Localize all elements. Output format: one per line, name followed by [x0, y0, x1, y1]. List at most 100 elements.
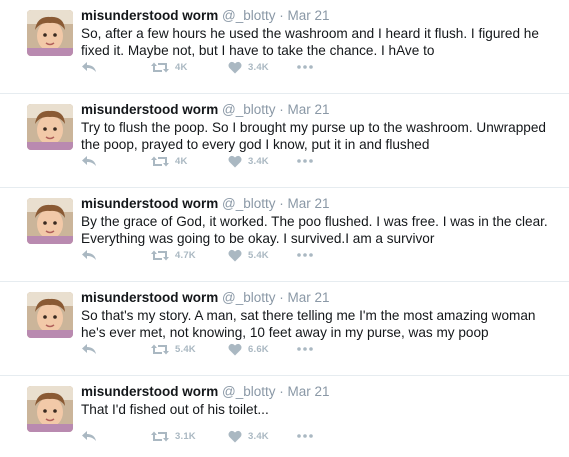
more-button[interactable] — [297, 153, 313, 169]
tweet-header: misunderstood worm @_blotty · Mar 21 — [81, 7, 555, 25]
retweet-button[interactable]: 5.4K — [151, 341, 196, 357]
retweet-button[interactable]: 4.7K — [151, 247, 196, 263]
reply-button[interactable] — [81, 341, 97, 357]
more-dots-icon — [297, 347, 313, 351]
tweet[interactable]: misunderstood worm @_blotty · Mar 21 So,… — [0, 0, 569, 94]
more-dots-icon — [297, 65, 313, 69]
avatar[interactable] — [27, 386, 73, 432]
username[interactable]: @_blotty — [222, 8, 275, 23]
retweet-count: 5.4K — [175, 343, 196, 355]
separator: · — [279, 102, 284, 117]
tweet-actions: 4K 3.4K — [81, 59, 341, 75]
reply-icon — [81, 342, 97, 356]
tweet-actions: 4.7K 5.4K — [81, 247, 341, 263]
retweet-button[interactable]: 4K — [151, 59, 188, 75]
tweet-thread: misunderstood worm @_blotty · Mar 21 So,… — [0, 0, 569, 457]
avatar[interactable] — [27, 10, 73, 56]
timestamp[interactable]: Mar 21 — [288, 8, 330, 23]
tweet-content: misunderstood worm @_blotty · Mar 21 So,… — [81, 7, 555, 59]
retweet-count: 4.7K — [175, 249, 196, 261]
retweet-icon — [151, 61, 169, 74]
retweet-icon — [151, 155, 169, 168]
like-count: 5.4K — [248, 249, 269, 261]
tweet-header: misunderstood worm @_blotty · Mar 21 — [81, 289, 555, 307]
tweet-text: By the grace of God, it worked. The poo … — [81, 214, 548, 246]
display-name[interactable]: misunderstood worm — [81, 8, 218, 23]
timestamp[interactable]: Mar 21 — [288, 290, 330, 305]
like-button[interactable]: 6.6K — [228, 341, 269, 357]
like-button[interactable]: 3.4K — [228, 153, 269, 169]
avatar[interactable] — [27, 292, 73, 338]
heart-icon — [228, 61, 242, 74]
display-name[interactable]: misunderstood worm — [81, 384, 218, 399]
heart-icon — [228, 343, 242, 356]
reply-icon — [81, 60, 97, 74]
username[interactable]: @_blotty — [222, 290, 275, 305]
tweet-actions: 5.4K 6.6K — [81, 341, 341, 357]
tweet[interactable]: misunderstood worm @_blotty · Mar 21 Tha… — [0, 376, 569, 457]
tweet[interactable]: misunderstood worm @_blotty · Mar 21 By … — [0, 188, 569, 282]
retweet-button[interactable]: 3.1K — [151, 428, 196, 444]
tweet-text: So, after a few hours he used the washro… — [81, 26, 539, 58]
like-button[interactable]: 3.4K — [228, 59, 269, 75]
heart-icon — [228, 430, 242, 443]
more-dots-icon — [297, 253, 313, 257]
tweet[interactable]: misunderstood worm @_blotty · Mar 21 Try… — [0, 94, 569, 188]
tweet-content: misunderstood worm @_blotty · Mar 21 Tha… — [81, 383, 555, 418]
more-dots-icon — [297, 159, 313, 163]
separator: · — [279, 196, 284, 211]
like-button[interactable]: 3.4K — [228, 428, 269, 444]
username[interactable]: @_blotty — [222, 196, 275, 211]
timestamp[interactable]: Mar 21 — [288, 384, 330, 399]
more-button[interactable] — [297, 428, 313, 444]
display-name[interactable]: misunderstood worm — [81, 290, 218, 305]
like-count: 3.4K — [248, 430, 269, 442]
separator: · — [279, 8, 284, 23]
more-dots-icon — [297, 434, 313, 438]
reply-icon — [81, 154, 97, 168]
retweet-icon — [151, 343, 169, 356]
tweet-actions: 3.1K 3.4K — [81, 428, 341, 444]
timestamp[interactable]: Mar 21 — [288, 102, 330, 117]
tweet-content: misunderstood worm @_blotty · Mar 21 So … — [81, 289, 555, 341]
retweet-icon — [151, 249, 169, 262]
avatar[interactable] — [27, 104, 73, 150]
like-count: 6.6K — [248, 343, 269, 355]
retweet-icon — [151, 430, 169, 443]
display-name[interactable]: misunderstood worm — [81, 196, 218, 211]
reply-icon — [81, 429, 97, 443]
heart-icon — [228, 249, 242, 262]
display-name[interactable]: misunderstood worm — [81, 102, 218, 117]
tweet-content: misunderstood worm @_blotty · Mar 21 Try… — [81, 101, 555, 153]
reply-button[interactable] — [81, 153, 97, 169]
like-count: 3.4K — [248, 61, 269, 73]
tweet-content: misunderstood worm @_blotty · Mar 21 By … — [81, 195, 555, 247]
retweet-count: 4K — [175, 61, 188, 73]
tweet-text: So that's my story. A man, sat there tel… — [81, 308, 536, 340]
tweet-header: misunderstood worm @_blotty · Mar 21 — [81, 383, 555, 401]
reply-button[interactable] — [81, 428, 97, 444]
username[interactable]: @_blotty — [222, 102, 275, 117]
tweet[interactable]: misunderstood worm @_blotty · Mar 21 So … — [0, 282, 569, 376]
avatar[interactable] — [27, 198, 73, 244]
tweet-text: Try to flush the poop. So I brought my p… — [81, 120, 546, 152]
tweet-actions: 4K 3.4K — [81, 153, 341, 169]
separator: · — [279, 384, 284, 399]
retweet-count: 4K — [175, 155, 188, 167]
tweet-text: That I'd fished out of his toilet... — [81, 402, 269, 417]
reply-icon — [81, 248, 97, 262]
like-button[interactable]: 5.4K — [228, 247, 269, 263]
reply-button[interactable] — [81, 247, 97, 263]
more-button[interactable] — [297, 247, 313, 263]
timestamp[interactable]: Mar 21 — [288, 196, 330, 211]
username[interactable]: @_blotty — [222, 384, 275, 399]
reply-button[interactable] — [81, 59, 97, 75]
retweet-button[interactable]: 4K — [151, 153, 188, 169]
more-button[interactable] — [297, 341, 313, 357]
like-count: 3.4K — [248, 155, 269, 167]
separator: · — [279, 290, 284, 305]
tweet-header: misunderstood worm @_blotty · Mar 21 — [81, 101, 555, 119]
more-button[interactable] — [297, 59, 313, 75]
retweet-count: 3.1K — [175, 430, 196, 442]
heart-icon — [228, 155, 242, 168]
